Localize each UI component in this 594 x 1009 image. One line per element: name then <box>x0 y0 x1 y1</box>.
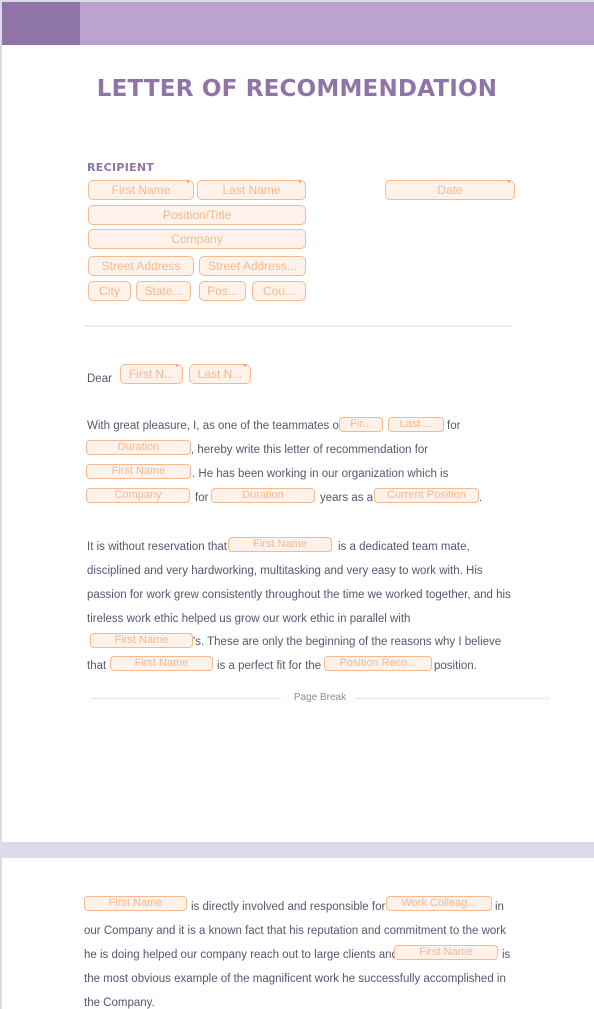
salutation-first-name-field[interactable]: First N... * <box>120 364 183 384</box>
dear-text: Dear <box>87 373 112 385</box>
para2-text: is a dedicated team mate, <box>338 541 470 553</box>
street-address-2-field[interactable]: Street Address... <box>199 256 306 276</box>
field-placeholder: State... <box>144 284 183 298</box>
field-placeholder: Duration <box>117 441 160 453</box>
position-title-field[interactable]: Position/Title <box>88 205 306 225</box>
required-icon: * <box>298 180 302 189</box>
recipient-section-label: RECIPIENT <box>87 161 155 174</box>
duration-years-field[interactable]: Duration <box>211 488 315 503</box>
para1-text: . He has been working in our organizatio… <box>192 468 449 480</box>
field-placeholder: Last ... <box>399 418 433 430</box>
field-placeholder: First Name <box>253 538 307 550</box>
field-placeholder: Cou... <box>262 284 295 298</box>
para2-text: 's. These are only the beginning of the … <box>193 636 502 648</box>
para2-text: is a perfect fit for the <box>217 660 322 672</box>
para1-text: , hereby write this letter of recommenda… <box>191 444 429 456</box>
field-placeholder: First N... <box>128 367 175 381</box>
para2-text: disciplined and very hardworking, multit… <box>87 565 483 577</box>
field-placeholder: Fir... <box>350 418 372 430</box>
para3-text: is directly involved and responsible for <box>191 901 386 913</box>
field-placeholder: Current Position <box>387 489 466 501</box>
field-placeholder: Date <box>437 183 463 197</box>
salutation-last-name-field[interactable]: Last N... * <box>189 364 251 384</box>
para2-text: passion for work grew consistently throu… <box>87 589 511 601</box>
para2-text: that <box>87 660 107 672</box>
street-address-field[interactable]: Street Address <box>88 256 194 276</box>
para1-text: for <box>195 492 209 504</box>
candidate-first-name-field[interactable]: First Name <box>86 464 191 479</box>
required-icon: * <box>243 364 247 373</box>
candidate-first-name-field[interactable]: First Name <box>84 896 187 911</box>
field-placeholder: Last N... <box>197 367 243 381</box>
para3-text: in <box>495 901 504 913</box>
field-placeholder: Street Address <box>101 259 181 273</box>
para3-text: is <box>502 949 511 961</box>
field-placeholder: First Name <box>108 897 163 909</box>
company-field[interactable]: Company <box>88 229 306 249</box>
field-placeholder: Duration <box>242 489 284 501</box>
candidate-first-name-field[interactable]: First Name <box>90 633 193 648</box>
required-icon: * <box>175 364 179 373</box>
candidate-first-name-field[interactable]: First Name <box>110 656 213 671</box>
teammate-first-name-field[interactable]: Fir... <box>339 417 383 432</box>
field-placeholder: Position Reco... <box>339 657 417 669</box>
page-gap <box>0 842 594 858</box>
para2-text: position. <box>434 660 477 672</box>
recipient-last-name-field[interactable]: Last Name * <box>197 180 306 200</box>
para3-text: the Company. <box>84 997 155 1009</box>
position-recommended-field[interactable]: Position Reco... <box>324 656 432 671</box>
field-placeholder: First Name <box>134 657 189 669</box>
field-placeholder: Work Colleag... <box>401 897 477 909</box>
field-placeholder: First Name <box>111 183 171 197</box>
postal-code-field[interactable]: Pos... <box>199 281 246 301</box>
field-placeholder: Street Address... <box>208 259 297 273</box>
city-field[interactable]: City <box>88 281 131 301</box>
recipient-first-name-field[interactable]: First Name * <box>88 180 194 200</box>
field-placeholder: Company <box>171 232 223 246</box>
header-accent <box>2 2 80 45</box>
field-placeholder: First Name <box>419 946 473 958</box>
state-field[interactable]: State... <box>136 281 191 301</box>
document-title: LETTER OF RECOMMENDATION <box>96 76 498 102</box>
para1-text: for <box>447 420 461 432</box>
work-colleague-field[interactable]: Work Colleag... <box>386 896 492 911</box>
header-band <box>2 2 594 45</box>
para3-text: the most obvious example of the magnific… <box>84 973 506 985</box>
required-icon: * <box>507 180 511 189</box>
field-placeholder: City <box>99 284 120 298</box>
current-position-field[interactable]: Current Position <box>374 488 479 503</box>
para1-text: years as a <box>320 492 374 504</box>
teammate-last-name-field[interactable]: Last ... <box>388 417 444 432</box>
field-placeholder: Last Name <box>222 183 281 197</box>
page-break: Page Break <box>92 692 548 706</box>
country-field[interactable]: Cou... <box>252 281 306 301</box>
field-placeholder: First Name <box>114 634 169 646</box>
para1-text: . <box>479 492 483 504</box>
section-divider <box>84 325 512 327</box>
para2-text: It is without reservation that <box>87 541 227 553</box>
field-placeholder: Pos... <box>207 284 238 298</box>
candidate-first-name-field[interactable]: First Name <box>394 945 498 960</box>
candidate-first-name-field[interactable]: First Name <box>228 537 332 552</box>
para2-text: tireless work ethic helped us grow our w… <box>87 613 411 625</box>
company-inline-field[interactable]: Company <box>86 488 190 503</box>
field-placeholder: First Name <box>111 465 166 477</box>
para1-text: With great pleasure, I, as one of the te… <box>87 420 343 432</box>
duration-field[interactable]: Duration <box>86 440 191 455</box>
para3-text: our Company and it is a known fact that … <box>84 925 506 937</box>
field-placeholder: Company <box>114 489 162 501</box>
date-field[interactable]: Date * <box>385 180 515 200</box>
para3-text: he is doing helped our company reach out… <box>84 949 398 961</box>
field-placeholder: Position/Title <box>162 208 232 222</box>
required-icon: * <box>186 180 190 189</box>
page-break-line <box>356 698 548 699</box>
